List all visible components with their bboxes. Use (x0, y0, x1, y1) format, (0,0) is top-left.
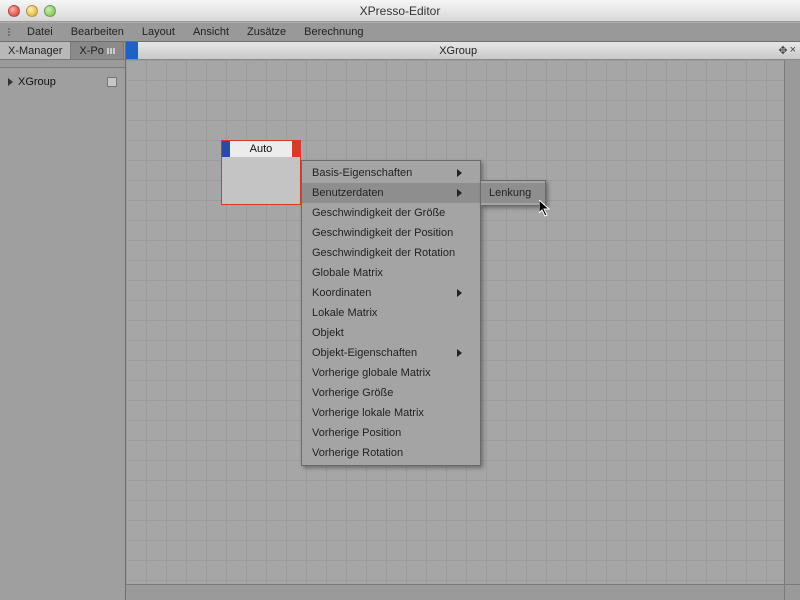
tree: XGroup (0, 68, 125, 600)
canvas-title: XGroup (138, 45, 778, 57)
tab-x-pool[interactable]: X-Po (71, 42, 123, 59)
node-output-port[interactable] (292, 141, 300, 157)
separator (0, 60, 125, 68)
tab-label: X-Manager (8, 45, 62, 57)
node-header[interactable]: Auto (222, 141, 300, 157)
close-panel-icon[interactable]: × (790, 44, 796, 57)
vertical-scrollbar[interactable] (784, 60, 800, 584)
menu-item-vorherige-lokale-matrix[interactable]: Vorherige lokale Matrix (302, 403, 480, 423)
menu-item-lenkung[interactable]: Lenkung (481, 183, 545, 203)
window-title: XPresso-Editor (56, 4, 744, 18)
menu-layout[interactable]: Layout (133, 23, 184, 41)
audio-icon (107, 48, 115, 54)
menu-item-globale-matrix[interactable]: Globale Matrix (302, 263, 480, 283)
node-canvas[interactable]: Auto Basis-Eigenschaften Benutzerdaten G… (126, 60, 800, 600)
menu-item-vorherige-rotation[interactable]: Vorherige Rotation (302, 443, 480, 463)
horizontal-scrollbar[interactable] (126, 584, 784, 600)
sidebar: X-Manager X-Po XGroup (0, 42, 126, 600)
menu-item-geschwindigkeit-position[interactable]: Geschwindigkeit der Position (302, 223, 480, 243)
window-controls (0, 5, 56, 17)
menu-datei[interactable]: Datei (18, 23, 62, 41)
tree-item-label: XGroup (18, 76, 102, 88)
menu-berechnung[interactable]: Berechnung (295, 23, 372, 41)
menu-bearbeiten[interactable]: Bearbeiten (62, 23, 133, 41)
menu-item-vorherige-globale-matrix[interactable]: Vorherige globale Matrix (302, 363, 480, 383)
menu-ansicht[interactable]: Ansicht (184, 23, 238, 41)
node-input-port[interactable] (222, 141, 230, 157)
canvas-header: XGroup ✥ × (126, 42, 800, 60)
menubar: Datei Bearbeiten Layout Ansicht Zusätze … (0, 22, 800, 42)
menu-item-objekt-eigenschaften[interactable]: Objekt-Eigenschaften (302, 343, 480, 363)
header-handle[interactable] (126, 42, 138, 59)
menu-item-koordinaten[interactable]: Koordinaten (302, 283, 480, 303)
menu-item-basis-eigenschaften[interactable]: Basis-Eigenschaften (302, 163, 480, 183)
menu-zusaetze[interactable]: Zusätze (238, 23, 295, 41)
window-titlebar: XPresso-Editor (0, 0, 800, 22)
context-submenu: Lenkung (480, 180, 546, 206)
tree-item-xgroup[interactable]: XGroup (8, 74, 117, 90)
node-name: Auto (230, 143, 292, 155)
node-auto[interactable]: Auto (221, 140, 301, 205)
main-panel: XGroup ✥ × Auto Basis-Eigenschaften Benu… (126, 42, 800, 600)
menu-item-vorherige-position[interactable]: Vorherige Position (302, 423, 480, 443)
menu-item-geschwindigkeit-rotation[interactable]: Geschwindigkeit der Rotation (302, 243, 480, 263)
disclosure-triangle-icon[interactable] (8, 78, 13, 86)
menu-item-objekt[interactable]: Objekt (302, 323, 480, 343)
expand-icon[interactable]: ✥ (778, 44, 787, 57)
tree-item-icon (107, 77, 117, 87)
menu-item-benutzerdaten[interactable]: Benutzerdaten (302, 183, 480, 203)
minimize-icon[interactable] (26, 5, 38, 17)
menu-item-lokale-matrix[interactable]: Lokale Matrix (302, 303, 480, 323)
context-menu: Basis-Eigenschaften Benutzerdaten Geschw… (301, 160, 481, 466)
sidebar-tabs: X-Manager X-Po (0, 42, 125, 60)
menu-item-vorherige-groesse[interactable]: Vorherige Größe (302, 383, 480, 403)
menu-item-geschwindigkeit-groesse[interactable]: Geschwindigkeit der Größe (302, 203, 480, 223)
grip-icon[interactable] (4, 28, 14, 36)
tab-label: X-Po (79, 45, 103, 57)
close-icon[interactable] (8, 5, 20, 17)
scroll-corner (784, 584, 800, 600)
tab-x-manager[interactable]: X-Manager (0, 42, 71, 59)
zoom-icon[interactable] (44, 5, 56, 17)
